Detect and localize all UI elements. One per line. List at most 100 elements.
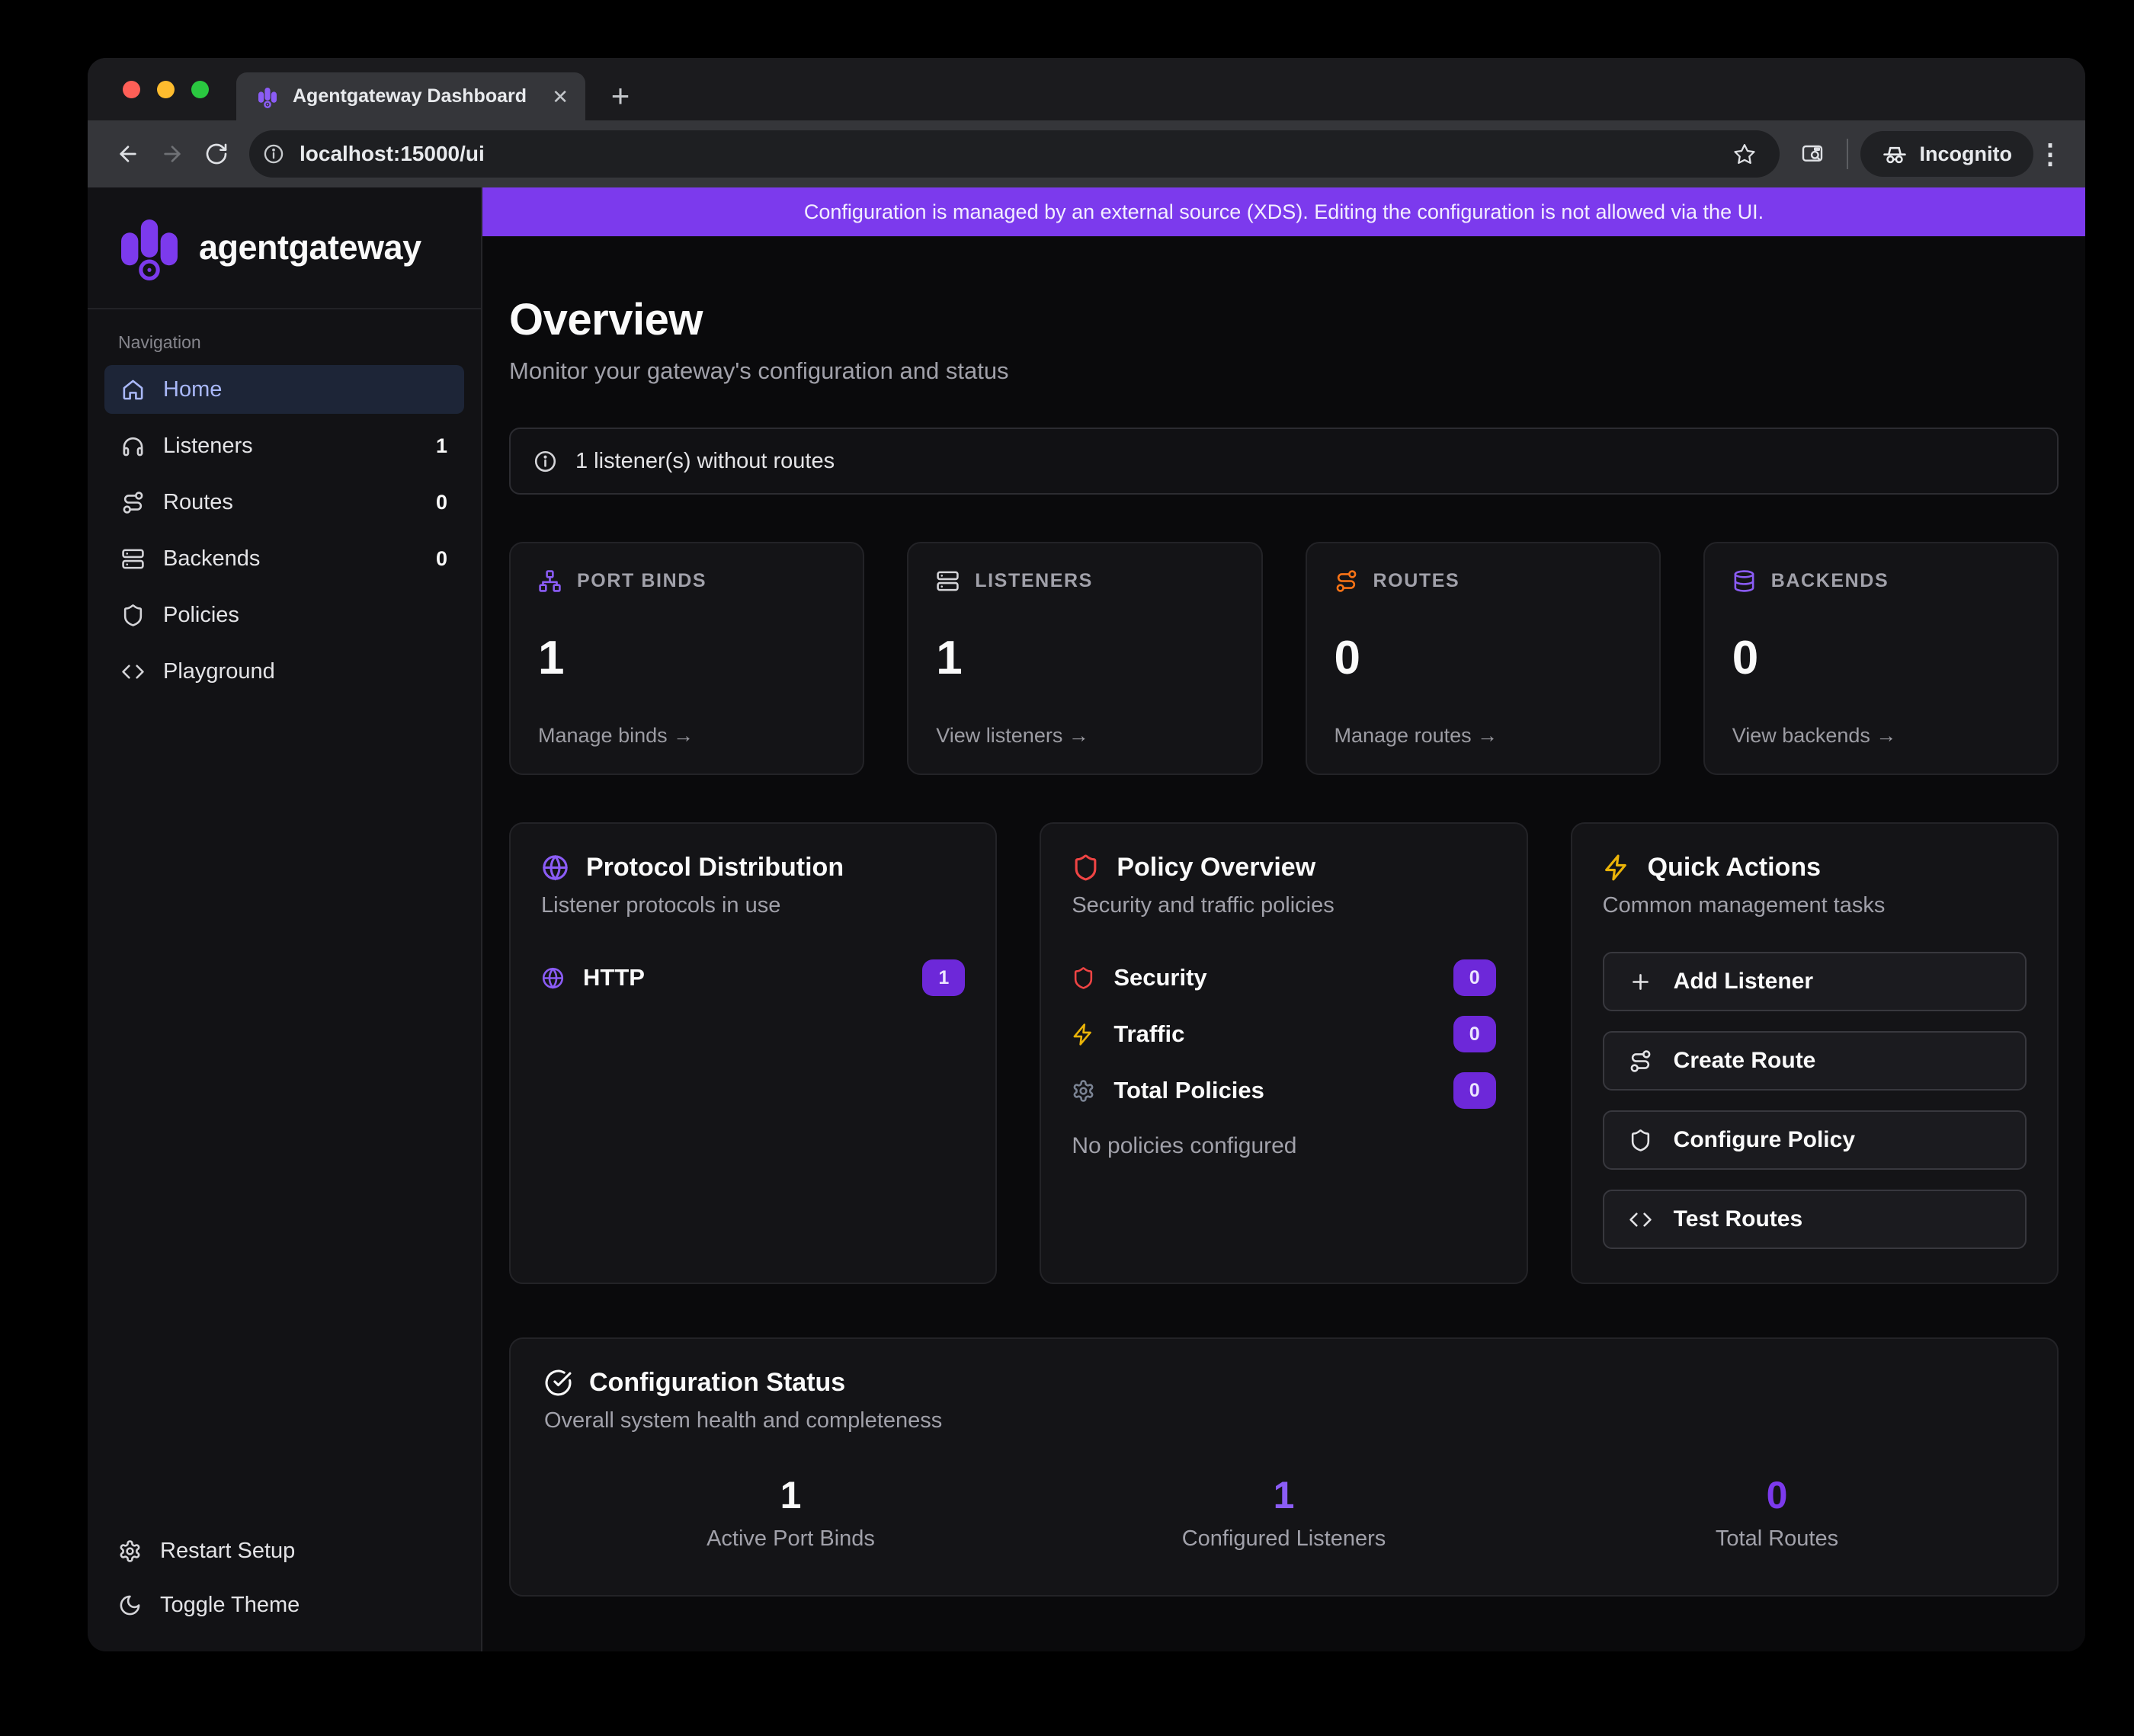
arrow-right-icon: →: [673, 724, 694, 747]
network-icon: [538, 569, 562, 593]
brand: agentgateway: [88, 187, 481, 309]
shield-icon: [1072, 854, 1100, 882]
stat-link-label: Manage routes: [1335, 724, 1472, 747]
site-info-button[interactable]: [255, 136, 292, 172]
browser-window: Agentgateway Dashboard ✕ + localhost:150…: [88, 58, 2085, 1651]
create-route-button[interactable]: Create Route: [1603, 1031, 2027, 1091]
new-tab-button[interactable]: +: [599, 75, 642, 117]
stat-card-value: 0: [1732, 635, 2030, 682]
manage-routes-link[interactable]: Manage routes →: [1335, 724, 1632, 748]
browser-tab[interactable]: Agentgateway Dashboard ✕: [236, 72, 585, 120]
middle-cards-row: Protocol Distribution Listener protocols…: [509, 822, 2059, 1284]
sidebar-footer: Restart Setup Toggle Theme: [88, 1539, 481, 1651]
tab-strip: Agentgateway Dashboard ✕ +: [88, 58, 2085, 120]
sidebar-item-playground[interactable]: Playground: [104, 647, 464, 696]
search-tabs-button[interactable]: [1790, 132, 1834, 176]
window-controls: [123, 81, 209, 98]
database-icon: [1732, 569, 1756, 593]
app-content: agentgateway Navigation Home Listeners 1: [88, 187, 2085, 1651]
plus-icon: [1629, 970, 1652, 994]
incognito-label: Incognito: [1920, 143, 2012, 166]
stat-label: Total Routes: [1530, 1526, 2023, 1552]
manage-binds-link[interactable]: Manage binds →: [538, 724, 835, 748]
lightning-icon: [1603, 854, 1631, 882]
url-text: localhost:15000/ui: [300, 142, 485, 166]
toggle-theme-button[interactable]: Toggle Theme: [118, 1593, 450, 1618]
arrow-right-icon: →: [1069, 724, 1089, 747]
policy-count-badge: 0: [1453, 959, 1496, 996]
card-title-text: Protocol Distribution: [586, 853, 844, 882]
card-title-text: Quick Actions: [1648, 853, 1821, 882]
xds-banner: Configuration is managed by an external …: [482, 187, 2085, 236]
back-arrow-icon: [116, 142, 140, 166]
info-icon: [263, 143, 284, 165]
forward-arrow-icon: [160, 142, 184, 166]
nav: Home Listeners 1 Routes 0: [88, 365, 481, 696]
restart-setup-button[interactable]: Restart Setup: [118, 1539, 450, 1564]
stat-value: 0: [1530, 1476, 2023, 1514]
sidebar-item-label: Policies: [163, 603, 239, 628]
view-listeners-link[interactable]: View listeners →: [936, 724, 1233, 748]
browser-menu-button[interactable]: ⋮: [2033, 138, 2067, 170]
address-bar[interactable]: localhost:15000/ui: [249, 130, 1780, 178]
page-subtitle: Monitor your gateway's configuration and…: [509, 357, 2059, 385]
desktop: Agentgateway Dashboard ✕ + localhost:150…: [0, 0, 2134, 1736]
stat-card-value: 1: [936, 635, 1233, 682]
server-icon: [936, 569, 960, 593]
forward-button[interactable]: [150, 132, 194, 176]
favicon-agentgateway-icon: [256, 85, 279, 108]
sidebar-item-label: Routes: [163, 490, 233, 515]
incognito-icon: [1882, 141, 1908, 167]
configure-policy-button[interactable]: Configure Policy: [1603, 1110, 2027, 1170]
sidebar-item-policies[interactable]: Policies: [104, 591, 464, 639]
tab-close-icon[interactable]: ✕: [552, 87, 569, 107]
globe-icon: [541, 966, 565, 990]
backends-card: BACKENDS 0 View backends →: [1703, 542, 2059, 775]
policy-label: Security: [1113, 964, 1206, 991]
sidebar-item-backends[interactable]: Backends 0: [104, 534, 464, 583]
view-backends-link[interactable]: View backends →: [1732, 724, 2030, 748]
back-button[interactable]: [106, 132, 150, 176]
alert-text: 1 listener(s) without routes: [575, 449, 835, 474]
close-window-button[interactable]: [123, 81, 140, 98]
quick-actions-card: Quick Actions Common management tasks Ad…: [1571, 822, 2059, 1284]
zoom-window-button[interactable]: [191, 81, 209, 98]
home-icon: [121, 378, 145, 402]
sidebar-item-routes[interactable]: Routes 0: [104, 478, 464, 527]
toggle-theme-label: Toggle Theme: [160, 1593, 300, 1618]
card-subtitle: Overall system health and completeness: [544, 1408, 2023, 1433]
overview-page: Overview Monitor your gateway's configur…: [482, 236, 2085, 1642]
restart-setup-label: Restart Setup: [160, 1539, 295, 1564]
stat-link-label: Manage binds: [538, 724, 668, 747]
total-routes-stat: 0 Total Routes: [1530, 1476, 2023, 1552]
stat-cards-row: PORT BINDS 1 Manage binds → LISTENERS 1: [509, 542, 2059, 775]
configuration-status-card: Configuration Status Overall system heal…: [509, 1337, 2059, 1597]
protocol-distribution-card: Protocol Distribution Listener protocols…: [509, 822, 997, 1284]
configured-listeners-stat: 1 Configured Listeners: [1037, 1476, 1530, 1552]
quick-action-label: Test Routes: [1674, 1206, 1802, 1232]
active-port-binds-stat: 1 Active Port Binds: [544, 1476, 1037, 1552]
minimize-window-button[interactable]: [157, 81, 175, 98]
stat-label: Active Port Binds: [544, 1526, 1037, 1552]
status-stats: 1 Active Port Binds 1 Configured Listene…: [544, 1476, 2023, 1552]
port-binds-card: PORT BINDS 1 Manage binds →: [509, 542, 864, 775]
star-icon: [1733, 143, 1756, 165]
globe-icon: [541, 854, 569, 882]
listeners-without-routes-alert: 1 listener(s) without routes: [509, 428, 2059, 495]
policy-count-badge: 0: [1453, 1016, 1496, 1052]
test-routes-button[interactable]: Test Routes: [1603, 1190, 2027, 1249]
reload-button[interactable]: [194, 132, 239, 176]
tab-title: Agentgateway Dashboard: [293, 85, 538, 107]
sidebar-item-home[interactable]: Home: [104, 365, 464, 414]
add-listener-button[interactable]: Add Listener: [1603, 952, 2027, 1011]
sidebar-item-listeners[interactable]: Listeners 1: [104, 421, 464, 470]
card-title-text: Configuration Status: [589, 1368, 845, 1398]
bookmark-button[interactable]: [1726, 136, 1763, 172]
reload-icon: [204, 142, 229, 166]
quick-action-buttons: Add Listener Create Route Configure Poli…: [1603, 952, 2027, 1249]
sidebar-item-count: 0: [436, 547, 447, 571]
gear-icon: [1072, 1079, 1095, 1103]
stat-card-label: BACKENDS: [1771, 570, 1889, 592]
quick-action-label: Configure Policy: [1674, 1127, 1855, 1153]
shield-icon: [1629, 1129, 1652, 1152]
